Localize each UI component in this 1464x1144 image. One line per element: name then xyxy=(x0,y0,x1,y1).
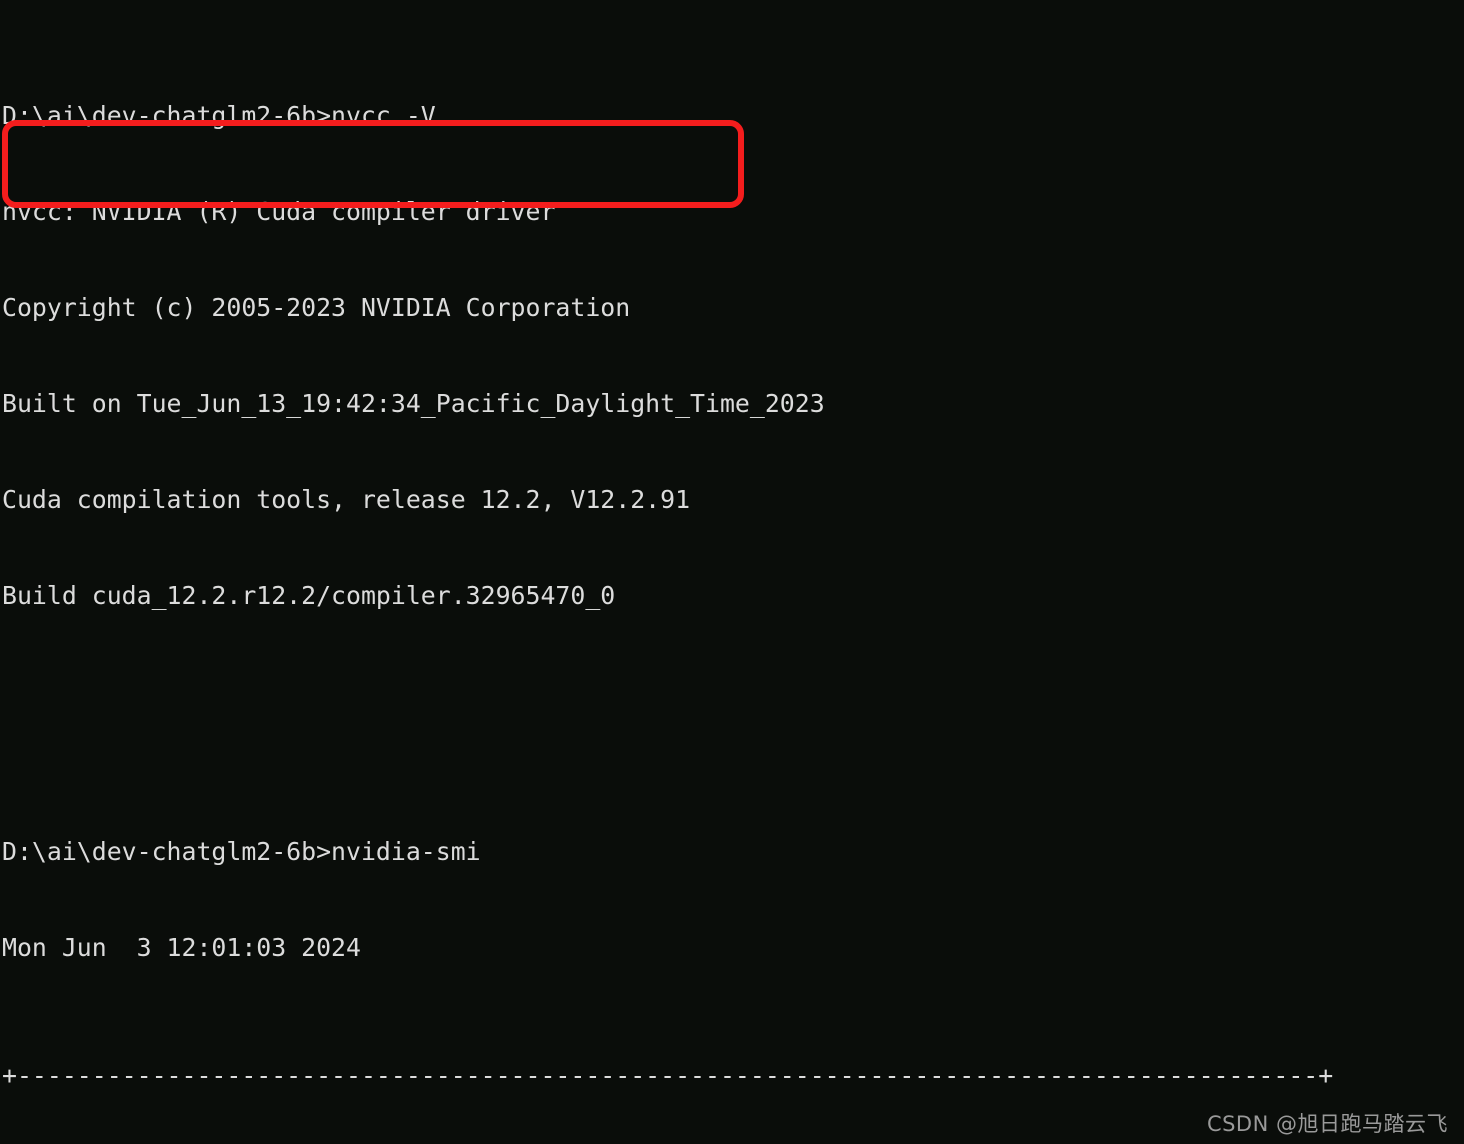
csdn-watermark: CSDN @旭日跑马踏云飞 xyxy=(1206,1112,1448,1136)
terminal-window: D:\ai\dev-chatglm2-6b>nvcc -V nvcc: NVID… xyxy=(0,0,1464,1144)
nvcc-driver-line: nvcc: NVIDIA (R) Cuda compiler driver xyxy=(2,197,556,226)
smi-prompt-line: D:\ai\dev-chatglm2-6b>nvidia-smi xyxy=(2,837,481,866)
nvcc-copyright-line: Copyright (c) 2005-2023 NVIDIA Corporati… xyxy=(2,293,631,322)
smi-timestamp-line: Mon Jun 3 12:01:03 2024 xyxy=(2,933,361,962)
nvcc-built-on-line: Built on Tue_Jun_13_19:42:34_Pacific_Day… xyxy=(2,389,825,418)
smi-border-top: +---------------------------------------… xyxy=(2,1061,1334,1090)
nvcc-prompt-line: D:\ai\dev-chatglm2-6b>nvcc -V xyxy=(2,101,436,130)
nvcc-release-line: Cuda compilation tools, release 12.2, V1… xyxy=(2,485,691,514)
nvcc-build-line: Build cuda_12.2.r12.2/compiler.32965470_… xyxy=(2,581,616,610)
console-output: D:\ai\dev-chatglm2-6b>nvcc -V nvcc: NVID… xyxy=(0,0,1464,1144)
